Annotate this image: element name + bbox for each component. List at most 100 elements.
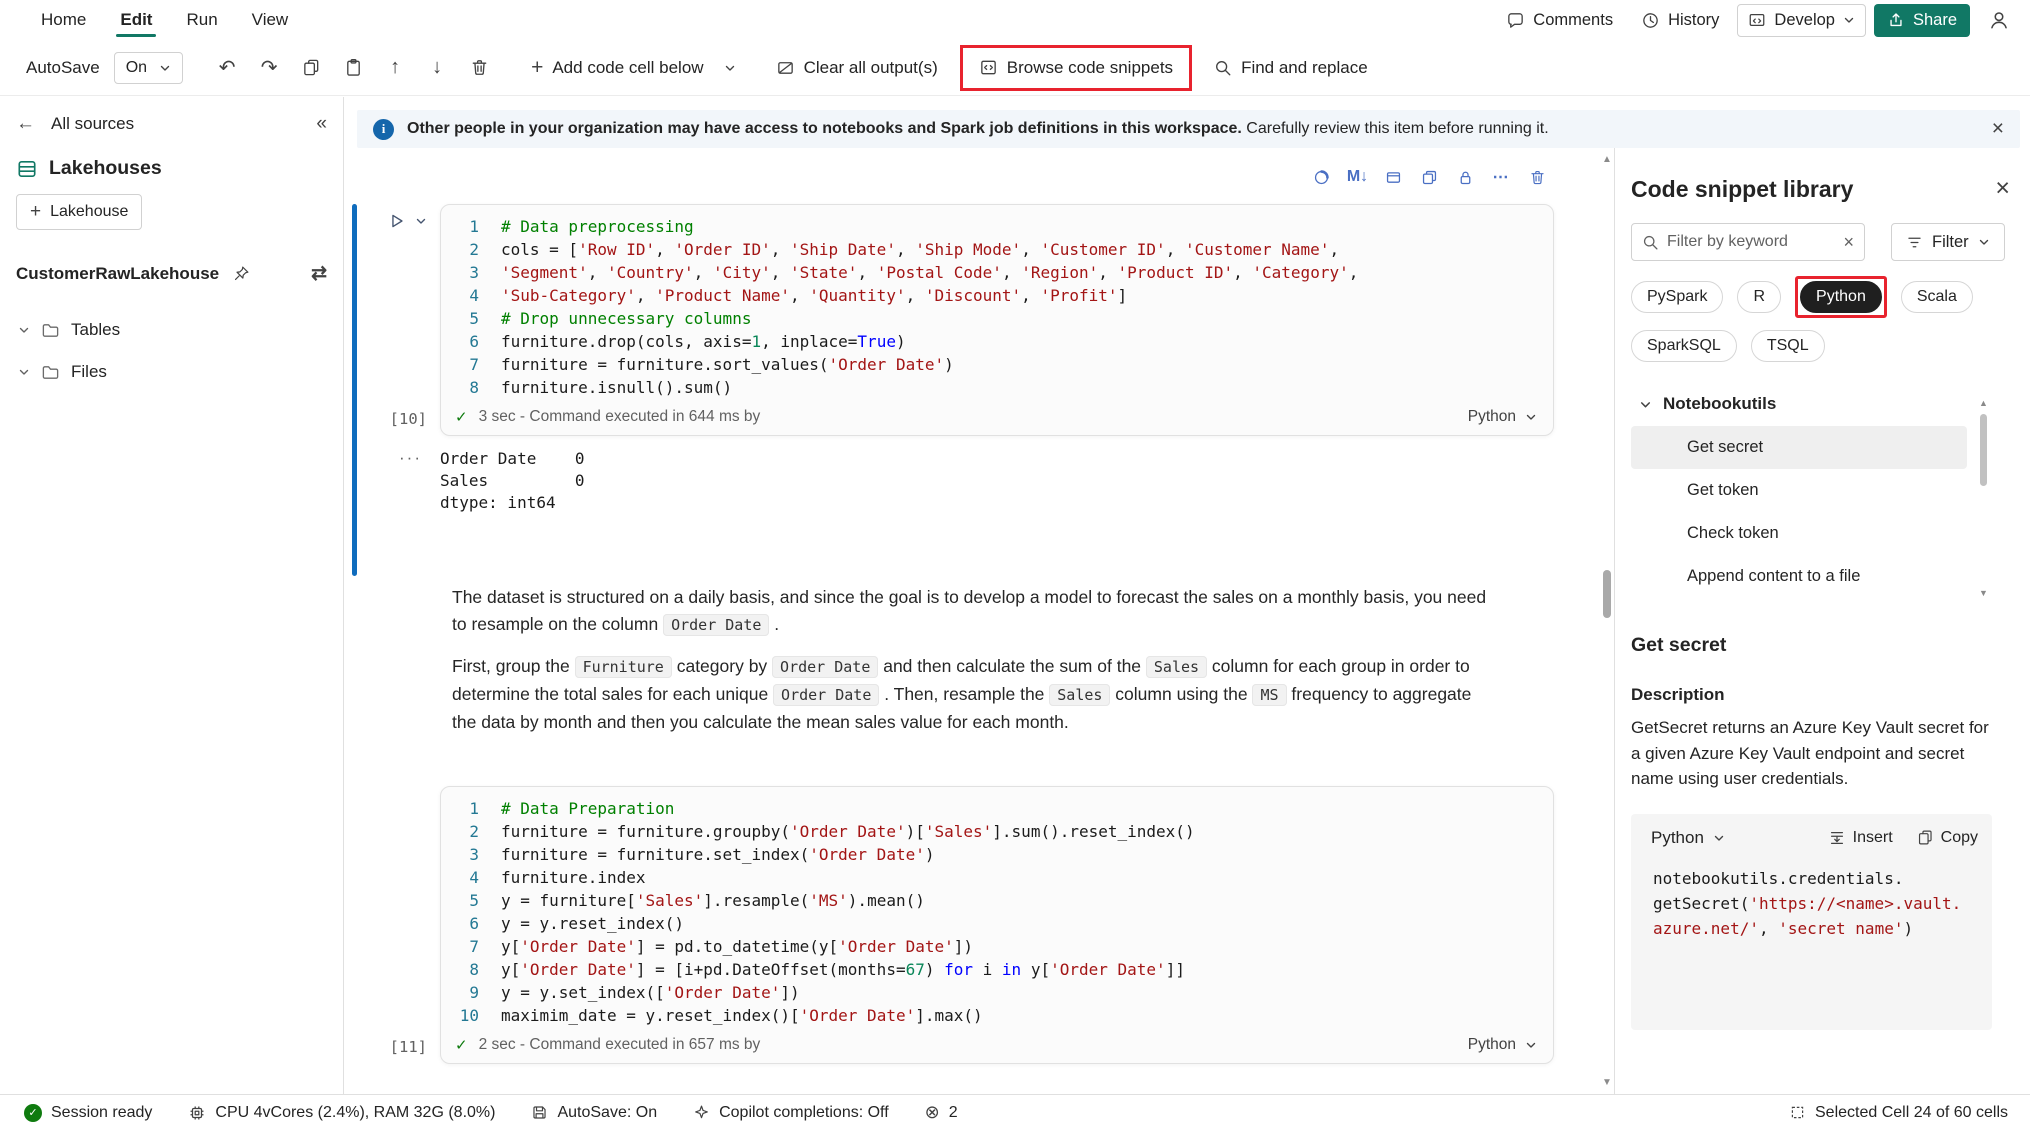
snippet-item[interactable]: Append content to a file — [1631, 555, 1967, 598]
cell-language-select[interactable]: Python — [1468, 1036, 1537, 1054]
resource-usage[interactable]: CPU 4vCores (2.4%), RAM 32G (8.0%) — [188, 1104, 495, 1122]
move-up-icon[interactable]: ↑ — [375, 49, 415, 87]
clear-search-icon[interactable]: × — [1843, 232, 1854, 253]
menu-item-view[interactable]: View — [235, 0, 306, 40]
cell-selection-indicator — [352, 204, 357, 576]
language-pill-tsql[interactable]: TSQL — [1751, 330, 1825, 362]
history-button[interactable]: History — [1631, 5, 1729, 36]
sidebar-tree-item-tables[interactable]: Tables — [16, 309, 327, 351]
snippet-group-notebookutils[interactable]: Notebookutils — [1631, 390, 2010, 426]
language-pill-pyspark[interactable]: PySpark — [1631, 281, 1723, 313]
collapse-sidebar-icon[interactable]: « — [316, 113, 327, 135]
menu-item-run[interactable]: Run — [169, 0, 234, 40]
scrollbar-thumb[interactable] — [1603, 570, 1611, 618]
error-count[interactable]: ⊗ 2 — [925, 1102, 958, 1123]
convert-to-markdown-icon[interactable]: M↓ — [1341, 162, 1374, 192]
selection-status-label: Selected Cell 24 of 60 cells — [1815, 1104, 2008, 1122]
lakehouse-icon — [16, 158, 38, 180]
snippet-language-select[interactable]: Python — [1645, 828, 1725, 848]
hide-input-icon[interactable] — [1377, 162, 1410, 192]
code-editor[interactable]: 1# Data preprocessing2cols = ['Row ID', … — [441, 205, 1553, 405]
cell-language-select[interactable]: Python — [1468, 408, 1537, 426]
add-code-cell-button[interactable]: + Add code cell below — [521, 48, 713, 88]
find-replace-button[interactable]: Find and replace — [1204, 50, 1378, 86]
snippet-list: Get secretGet tokenCheck tokenAppend con… — [1631, 426, 2010, 598]
freeze-cell-lock-icon[interactable] — [1449, 162, 1482, 192]
copilot-status[interactable]: Copilot completions: Off — [693, 1104, 889, 1122]
share-button[interactable]: Share — [1874, 4, 1970, 37]
run-by-line-icon[interactable] — [1305, 162, 1338, 192]
code-line: 1# Data Preparation — [441, 797, 1541, 820]
run-options-chevron-icon[interactable] — [415, 215, 427, 227]
account-avatar[interactable] — [1982, 3, 2016, 37]
copy-snippet-button[interactable]: Copy — [1917, 829, 1978, 847]
browse-snippets-button[interactable]: Browse code snippets — [969, 50, 1183, 86]
autosave-toggle[interactable]: On — [114, 52, 183, 84]
snippet-search-input[interactable] — [1667, 233, 1835, 251]
cell-status-bar: ✓ 2 sec - Command executed in 657 ms by … — [441, 1033, 1553, 1063]
scrollbar-thumb[interactable] — [1980, 414, 1987, 486]
snippet-item[interactable]: Get secret — [1631, 426, 1967, 469]
autosave-status[interactable]: AutoSave: On — [531, 1104, 657, 1122]
inline-code: MS — [1252, 684, 1286, 706]
scroll-up-icon[interactable]: ▲ — [1601, 154, 1613, 165]
markdown-cell[interactable]: The dataset is structured on a daily bas… — [452, 584, 1500, 736]
develop-button[interactable]: Develop — [1737, 4, 1866, 37]
delete-cell-icon[interactable] — [1521, 162, 1554, 192]
paste-icon[interactable] — [333, 49, 373, 87]
menu-item-edit[interactable]: Edit — [103, 0, 169, 40]
lakehouse-name[interactable]: CustomerRawLakehouse — [16, 264, 219, 284]
notebook-scrollbar[interactable]: ▲ ▼ — [1600, 148, 1614, 1094]
add-cell-dropdown-icon[interactable] — [716, 49, 744, 87]
resource-usage-label: CPU 4vCores (2.4%), RAM 32G (8.0%) — [215, 1104, 495, 1122]
menu-item-home[interactable]: Home — [24, 0, 103, 40]
close-banner-icon[interactable]: × — [1992, 117, 2004, 141]
scroll-up-icon[interactable]: ▲ — [1978, 398, 1989, 408]
code-line: 5# Drop unnecessary columns — [441, 307, 1541, 330]
add-lakehouse-button[interactable]: + Lakehouse — [16, 194, 142, 230]
develop-label: Develop — [1774, 11, 1835, 30]
move-down-icon[interactable]: ↓ — [417, 49, 457, 87]
scroll-down-icon[interactable]: ▼ — [1601, 1077, 1613, 1088]
scroll-down-icon[interactable]: ▼ — [1978, 588, 1989, 598]
language-pill-sparksql[interactable]: SparkSQL — [1631, 330, 1737, 362]
code-line: 8furniture.isnull().sum() — [441, 376, 1541, 399]
language-pill-scala[interactable]: Scala — [1901, 281, 1973, 313]
switch-lakehouse-icon[interactable]: ⇄ — [311, 262, 327, 285]
selection-status[interactable]: Selected Cell 24 of 60 cells — [1789, 1104, 2008, 1122]
close-panel-icon[interactable]: × — [1995, 176, 2010, 201]
back-arrow-icon[interactable]: ← — [16, 113, 35, 135]
annotation-box-browse-snippets: Browse code snippets — [960, 45, 1192, 91]
run-cell-icon[interactable] — [388, 212, 406, 230]
output-options-icon[interactable]: ··· — [345, 448, 440, 514]
snippet-search-box[interactable]: × — [1631, 223, 1865, 261]
code-line: 3furniture = furniture.set_index('Order … — [441, 843, 1541, 866]
chevron-down-icon — [1525, 411, 1537, 423]
language-pill-r[interactable]: R — [1737, 281, 1781, 313]
clear-outputs-button[interactable]: Clear all output(s) — [766, 50, 948, 86]
delete-icon[interactable] — [459, 49, 499, 87]
comments-button[interactable]: Comments — [1496, 5, 1623, 36]
duplicate-cell-icon[interactable] — [1413, 162, 1446, 192]
redo-icon[interactable]: ↷ — [249, 49, 289, 87]
sidebar-tree-item-files[interactable]: Files — [16, 351, 327, 393]
code-editor[interactable]: 1# Data Preparation2furniture = furnitur… — [441, 787, 1553, 1033]
copy-icon[interactable] — [291, 49, 331, 87]
undo-icon[interactable]: ↶ — [207, 49, 247, 87]
snippet-item[interactable]: Get token — [1631, 469, 1967, 512]
autosave-label: AutoSave — [26, 58, 100, 78]
insert-snippet-button[interactable]: Insert — [1828, 829, 1893, 847]
snippet-item[interactable]: Check token — [1631, 512, 1967, 555]
more-options-icon[interactable]: ⋯ — [1485, 162, 1518, 192]
language-pill-python[interactable]: Python — [1800, 281, 1882, 313]
pin-icon[interactable] — [233, 265, 250, 282]
filter-button[interactable]: Filter — [1891, 223, 2005, 261]
line-number: 2 — [441, 238, 501, 261]
line-number: 3 — [441, 261, 501, 284]
line-number: 4 — [441, 284, 501, 307]
all-sources-label[interactable]: All sources — [51, 114, 134, 134]
session-status[interactable]: ✓ Session ready — [24, 1104, 152, 1122]
snippet-list-scrollbar[interactable]: ▲ ▼ — [1978, 398, 1989, 598]
chevron-down-icon — [1978, 236, 1990, 248]
line-number: 1 — [441, 797, 501, 820]
